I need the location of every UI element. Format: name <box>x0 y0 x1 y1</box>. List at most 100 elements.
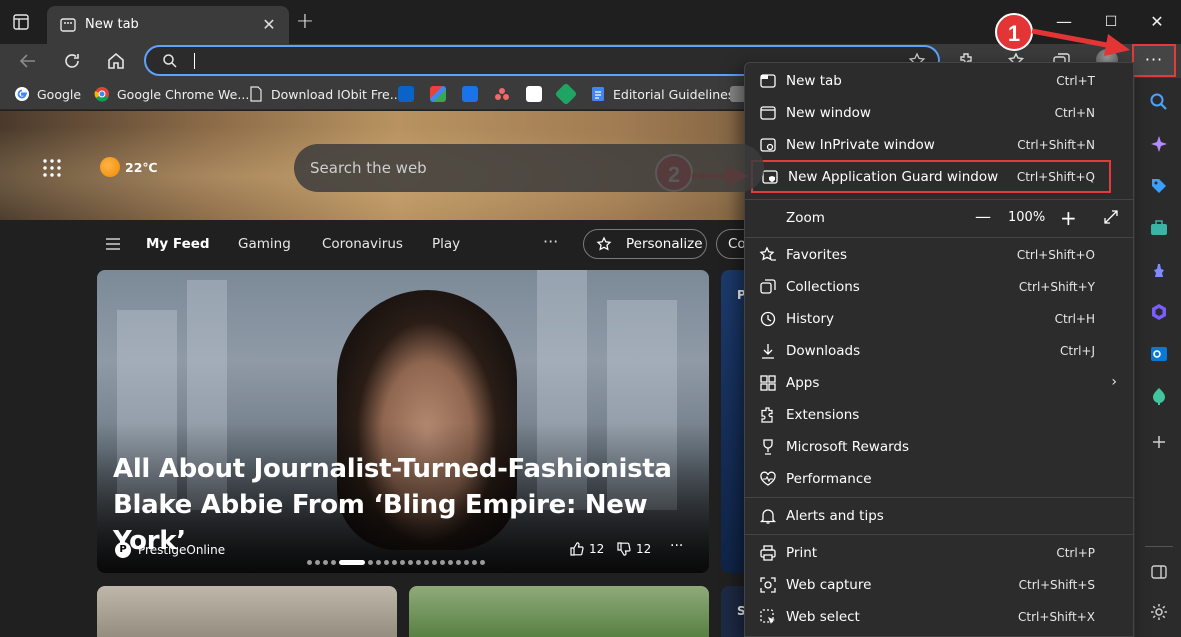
menu-item-new-inprivate-window[interactable]: New InPrivate window Ctrl+Shift+N <box>745 129 1133 161</box>
carousel-dot[interactable] <box>440 560 445 565</box>
menu-shortcut: Ctrl+T <box>1056 74 1095 88</box>
feedly-bookmark-icon[interactable] <box>554 82 578 106</box>
menu-item-favorites[interactable]: Favorites Ctrl+Shift+O <box>745 239 1133 271</box>
menu-item-web-select[interactable]: Web select Ctrl+Shift+X <box>745 601 1133 633</box>
feed-tab-coronavirus[interactable]: Coronavirus <box>322 236 403 252</box>
zoom-out-button[interactable]: — <box>975 207 991 226</box>
menu-item-performance[interactable]: Performance <box>745 463 1133 495</box>
menu-item-new-tab[interactable]: New tab Ctrl+T <box>745 65 1133 97</box>
carousel-dot[interactable] <box>392 560 397 565</box>
drop-tree-icon[interactable] <box>1149 386 1169 406</box>
card-more-button[interactable]: ··· <box>670 538 683 554</box>
new-tab-button[interactable]: + <box>294 11 316 34</box>
feed-tab-gaming[interactable]: Gaming <box>238 236 291 252</box>
menu-item-extensions[interactable]: Extensions <box>745 399 1133 431</box>
menu-label: Web capture <box>786 577 872 593</box>
gmail-bookmark-icon[interactable] <box>430 86 446 102</box>
menu-item-apps[interactable]: Apps › <box>745 367 1133 399</box>
zoom-in-button[interactable]: + <box>1060 206 1077 230</box>
back-icon[interactable] <box>16 49 40 73</box>
personalize-button[interactable]: Personalize <box>583 229 707 259</box>
microsoft365-icon[interactable] <box>1149 302 1169 322</box>
app-launcher-icon[interactable] <box>42 158 62 178</box>
carousel-dot[interactable] <box>376 560 381 565</box>
dislike-button[interactable]: 12 <box>617 542 651 556</box>
sidebar-settings-gear-icon[interactable] <box>1149 602 1169 622</box>
like-button[interactable]: 12 <box>570 542 604 556</box>
bookmark-google[interactable]: Google <box>14 85 81 103</box>
outlook-icon[interactable] <box>1149 344 1169 364</box>
carousel-dot[interactable] <box>464 560 469 565</box>
carousel-dot[interactable] <box>331 560 336 565</box>
rewards-trophy-icon <box>763 439 773 455</box>
carousel-dot[interactable] <box>424 560 429 565</box>
carousel-dot[interactable] <box>315 560 320 565</box>
menu-item-downloads[interactable]: Downloads Ctrl+J <box>745 335 1133 367</box>
carousel-dots[interactable] <box>307 560 485 565</box>
web-search-box[interactable] <box>294 144 764 192</box>
refresh-icon[interactable] <box>60 49 84 73</box>
tab-actions-icon[interactable] <box>12 13 30 31</box>
bookmark-download-iobit[interactable]: Download IObit Fre... <box>248 85 402 103</box>
bookmark-google-chrome[interactable]: Google Chrome We... <box>94 85 249 103</box>
settings-and-more-button[interactable]: ··· <box>1132 44 1176 77</box>
calendar-bookmark-icon[interactable] <box>462 86 478 102</box>
menu-item-alerts-and-tips[interactable]: Alerts and tips <box>745 500 1133 532</box>
article-card-2[interactable] <box>97 586 397 637</box>
carousel-dot[interactable] <box>416 560 421 565</box>
carousel-dot[interactable] <box>448 560 453 565</box>
carousel-dot[interactable] <box>368 560 373 565</box>
it-bookmark-icon[interactable] <box>526 86 542 102</box>
web-select-icon <box>760 609 775 624</box>
weather-widget[interactable]: 22℃ <box>100 157 158 177</box>
feed-tab-play[interactable]: Play <box>432 236 460 252</box>
fullscreen-icon[interactable] <box>1102 208 1120 226</box>
menu-icon[interactable] <box>106 238 120 250</box>
carousel-dot-active[interactable] <box>339 560 365 565</box>
search-icon[interactable] <box>1149 92 1169 112</box>
carousel-dot[interactable] <box>472 560 477 565</box>
asana-bookmark-icon[interactable] <box>494 86 510 102</box>
home-icon[interactable] <box>104 49 128 73</box>
carousel-dot[interactable] <box>432 560 437 565</box>
menu-item-microsoft-rewards[interactable]: Microsoft Rewards <box>745 431 1133 463</box>
hide-sidebar-icon[interactable] <box>1149 562 1169 582</box>
bookmark-label: Google Chrome We... <box>117 86 250 102</box>
bookmark-editorial-guidelines[interactable]: Editorial Guidelines <box>590 85 734 103</box>
menu-item-web-capture[interactable]: Web capture Ctrl+Shift+S <box>745 569 1133 601</box>
menu-item-print[interactable]: Print Ctrl+P <box>745 537 1133 569</box>
tab-new-tab[interactable]: New tab ✕ <box>47 6 289 44</box>
menu-label: Downloads <box>786 343 861 359</box>
shopping-tag-icon[interactable] <box>1149 176 1169 196</box>
carousel-dot[interactable] <box>456 560 461 565</box>
article-card-3[interactable] <box>409 586 709 637</box>
menu-item-new-application-guard-window[interactable]: New Application Guard window Ctrl+Shift+… <box>751 160 1111 193</box>
download-arrow-icon <box>762 344 774 359</box>
games-chess-icon[interactable] <box>1149 260 1169 280</box>
menu-item-new-window[interactable]: New window Ctrl+N <box>745 97 1133 129</box>
menu-item-history[interactable]: History Ctrl+H <box>745 303 1133 335</box>
menu-label: Web select <box>786 609 860 625</box>
add-sidebar-app-icon[interactable] <box>1149 432 1169 452</box>
carousel-dot[interactable] <box>323 560 328 565</box>
close-tab-icon[interactable]: ✕ <box>259 15 279 35</box>
featured-article-card[interactable]: All About Journalist-Turned-Fashionista … <box>97 270 709 573</box>
window-close-icon[interactable]: ✕ <box>1145 10 1169 34</box>
carousel-dot[interactable] <box>408 560 413 565</box>
outlook-bookmark-icon[interactable] <box>398 86 414 102</box>
article-source[interactable]: P PrestigeOnline <box>115 542 225 558</box>
menu-label: Performance <box>786 471 872 487</box>
web-search-input[interactable] <box>310 156 730 180</box>
menu-label: New InPrivate window <box>786 137 935 153</box>
copilot-sparkle-icon[interactable] <box>1149 134 1169 154</box>
tools-briefcase-icon[interactable] <box>1149 218 1169 238</box>
source-name: PrestigeOnline <box>138 543 226 557</box>
carousel-dot[interactable] <box>480 560 485 565</box>
menu-item-collections[interactable]: Collections Ctrl+Shift+Y <box>745 271 1133 303</box>
feed-tab-my-feed[interactable]: My Feed <box>146 236 210 252</box>
menu-divider <box>745 534 1133 535</box>
feed-more-button[interactable]: ··· <box>543 232 558 251</box>
carousel-dot[interactable] <box>307 560 312 565</box>
carousel-dot[interactable] <box>384 560 389 565</box>
carousel-dot[interactable] <box>400 560 405 565</box>
